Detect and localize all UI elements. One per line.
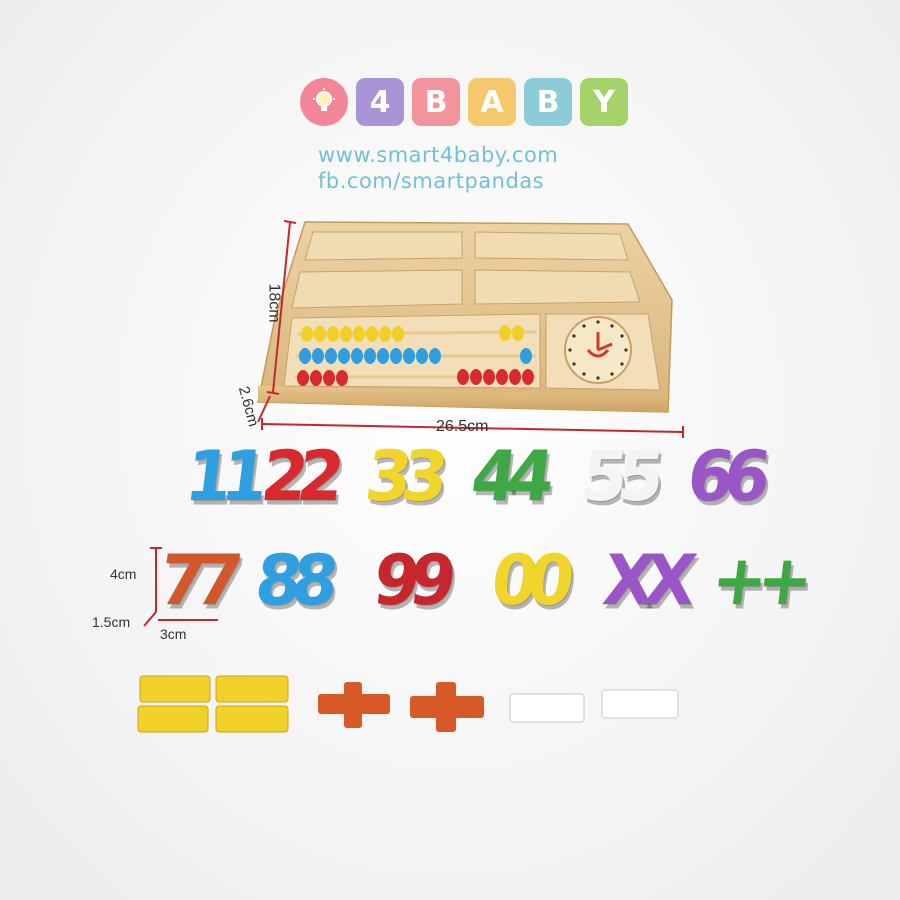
digit-piece-66: 66 [683, 436, 765, 517]
dim-piece-depth-label: 1.5cm [92, 614, 131, 630]
digit-piece-44: 44 [467, 436, 549, 517]
digit-piece-11: 11 [181, 436, 263, 517]
symbol-piece-xx: XX [599, 540, 691, 621]
digit-piece-55: 55 [577, 436, 659, 517]
dim-piece-width-label: 3cm [160, 626, 187, 642]
symbol-piece-plus: ++ [707, 540, 808, 621]
product-illustration [137, 220, 684, 733]
digit-piece-77: 77 [155, 540, 237, 621]
wooden-box [257, 221, 673, 413]
symbol-pieces [137, 675, 679, 733]
dim-piece-height-label: 4cm [110, 566, 137, 582]
dim-width-label: 26.5cm [436, 418, 489, 435]
digit-piece-00: 00 [487, 540, 569, 621]
clock-icon [564, 316, 632, 384]
digit-piece-88: 88 [251, 540, 333, 621]
digit-piece-33: 33 [361, 436, 443, 517]
product-photo: 4 B A B Y www.smart4baby.com fb.com/smar… [0, 0, 900, 900]
digit-piece-99: 99 [369, 540, 451, 621]
digit-piece-22: 22 [257, 436, 339, 517]
dim-height-label: 18cm [265, 283, 283, 323]
